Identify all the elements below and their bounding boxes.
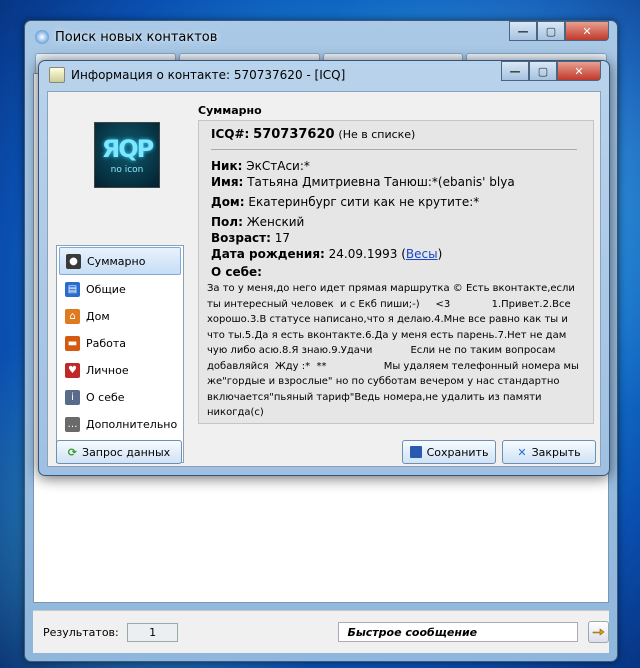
age-label: Возраст: (211, 231, 271, 245)
search-window-title: Поиск новых контактов (35, 26, 217, 48)
age-value: 17 (274, 231, 291, 245)
send-icon[interactable] (587, 621, 609, 643)
name-label: Имя: (211, 175, 244, 189)
request-data-label: Запрос данных (82, 445, 171, 459)
section-nav: ● Суммарно ▤ Общие ⌂ Дом ▬ Работа ♥ Личн… (56, 245, 184, 463)
nav-item-extra[interactable]: … Дополнительно (59, 411, 181, 437)
avatar-glyph: ЯQP (101, 135, 155, 163)
search-window-icon (35, 30, 49, 44)
refresh-icon: ⟳ (67, 445, 78, 459)
save-label: Сохранить (426, 445, 489, 459)
more-icon: … (65, 416, 80, 432)
nick-value: ЭкСтАси:* (246, 159, 310, 173)
nav-item-home[interactable]: ⌂ Дом (59, 303, 181, 329)
maximize-button[interactable]: ▢ (537, 21, 565, 41)
icq-row: ICQ#: 570737620 (Не в списке) (211, 127, 415, 142)
nav-label: Работа (86, 336, 127, 350)
briefcase-icon: ▬ (65, 335, 80, 351)
about-text: За то у меня,до него идет прямая маршрут… (207, 283, 583, 418)
dialog-title: Информация о контакте: 570737620 - [ICQ] (49, 67, 345, 83)
minimize-button[interactable]: — (509, 21, 537, 41)
dialog-controls: — ▢ ✕ (501, 61, 601, 81)
dob-label: Дата рождения: (211, 247, 325, 261)
divider (211, 149, 577, 150)
save-button[interactable]: Сохранить (402, 440, 496, 464)
dob-row: Дата рождения: 24.09.1993 (Весы) (211, 247, 443, 261)
icq-note: (Не в списке) (338, 128, 416, 141)
dialog-icon (49, 67, 65, 83)
nav-label: Суммарно (87, 254, 146, 268)
avatar: ЯQP no icon (94, 122, 160, 188)
nav-item-personal[interactable]: ♥ Личное (59, 357, 181, 383)
about-row: О себе: (211, 265, 262, 279)
close-window-button[interactable]: ✕ (565, 21, 609, 41)
icq-number: 570737620 (253, 127, 335, 142)
gender-value: Женский (246, 215, 305, 229)
dialog-title-text: Информация о контакте: 570737620 - [ICQ] (71, 68, 346, 82)
icq-label: ICQ#: (211, 127, 250, 141)
quick-message-button[interactable]: Быстрое сообщение (338, 622, 578, 642)
house-icon: ⌂ (65, 308, 80, 324)
gender-label: Пол: (211, 215, 243, 229)
nav-label: Общие (86, 282, 126, 296)
nav-label: Личное (86, 363, 129, 377)
close-button[interactable]: ✕ Закрыть (502, 440, 596, 464)
card-icon: ▤ (65, 281, 80, 297)
close-icon: ✕ (517, 445, 527, 459)
nav-item-general[interactable]: ▤ Общие (59, 276, 181, 302)
nav-label: Дополнительно (86, 417, 178, 431)
nav-item-work[interactable]: ▬ Работа (59, 330, 181, 356)
zodiac-link[interactable]: Весы (406, 247, 438, 261)
dialog-close-button[interactable]: ✕ (557, 61, 601, 81)
save-icon (409, 446, 422, 458)
about-label: О себе: (211, 265, 262, 279)
search-window-controls: — ▢ ✕ (509, 21, 609, 41)
results-label: Результатов: (43, 625, 119, 639)
close-label: Закрыть (531, 445, 581, 459)
dialog-maximize-button[interactable]: ▢ (529, 61, 557, 81)
request-data-button[interactable]: ⟳ Запрос данных (56, 440, 182, 464)
nav-item-about[interactable]: i О себе (59, 384, 181, 410)
nav-label: Дом (86, 309, 110, 323)
dob-value: 24.09.1993 (328, 247, 398, 261)
contact-info-dialog: Информация о контакте: 570737620 - [ICQ]… (38, 60, 610, 476)
results-count: 1 (126, 622, 179, 642)
age-row: Возраст: 17 (211, 231, 290, 245)
summary-panel: Суммарно ICQ#: 570737620 (Не в списке) Н… (198, 104, 594, 424)
dialog-minimize-button[interactable]: — (501, 61, 529, 81)
name-row: Имя: Татьяна Дмитриевна Танюш:*(ebanis' … (211, 175, 515, 189)
home-value: Екатеринбург сити как не крутите:* (248, 195, 480, 209)
dialog-client: ЯQP no icon ● Суммарно ▤ Общие ⌂ Дом ▬ Р… (47, 91, 601, 467)
nick-label: Ник: (211, 159, 243, 173)
name-value: Татьяна Дмитриевна Танюш:*(ebanis' blya (247, 175, 515, 189)
home-label: Дом: (211, 195, 245, 209)
nav-label: О себе (86, 390, 125, 404)
info-icon: i (65, 389, 80, 405)
avatar-label: no icon (110, 165, 144, 175)
heart-icon: ♥ (65, 362, 80, 378)
search-window-title-text: Поиск новых контактов (55, 29, 218, 45)
person-icon: ● (66, 253, 81, 269)
status-bar: Результатов: 1 Быстрое сообщение (33, 610, 609, 653)
gender-row: Пол: Женский (211, 215, 304, 229)
summary-header: Суммарно (198, 104, 262, 117)
home-row: Дом: Екатеринбург сити как не крутите:* (211, 195, 479, 209)
nick-row: Ник: ЭкСтАси:* (211, 159, 310, 173)
nav-item-summary[interactable]: ● Суммарно (59, 247, 181, 275)
summary-box: ICQ#: 570737620 (Не в списке) Ник: ЭкСтА… (198, 120, 594, 424)
